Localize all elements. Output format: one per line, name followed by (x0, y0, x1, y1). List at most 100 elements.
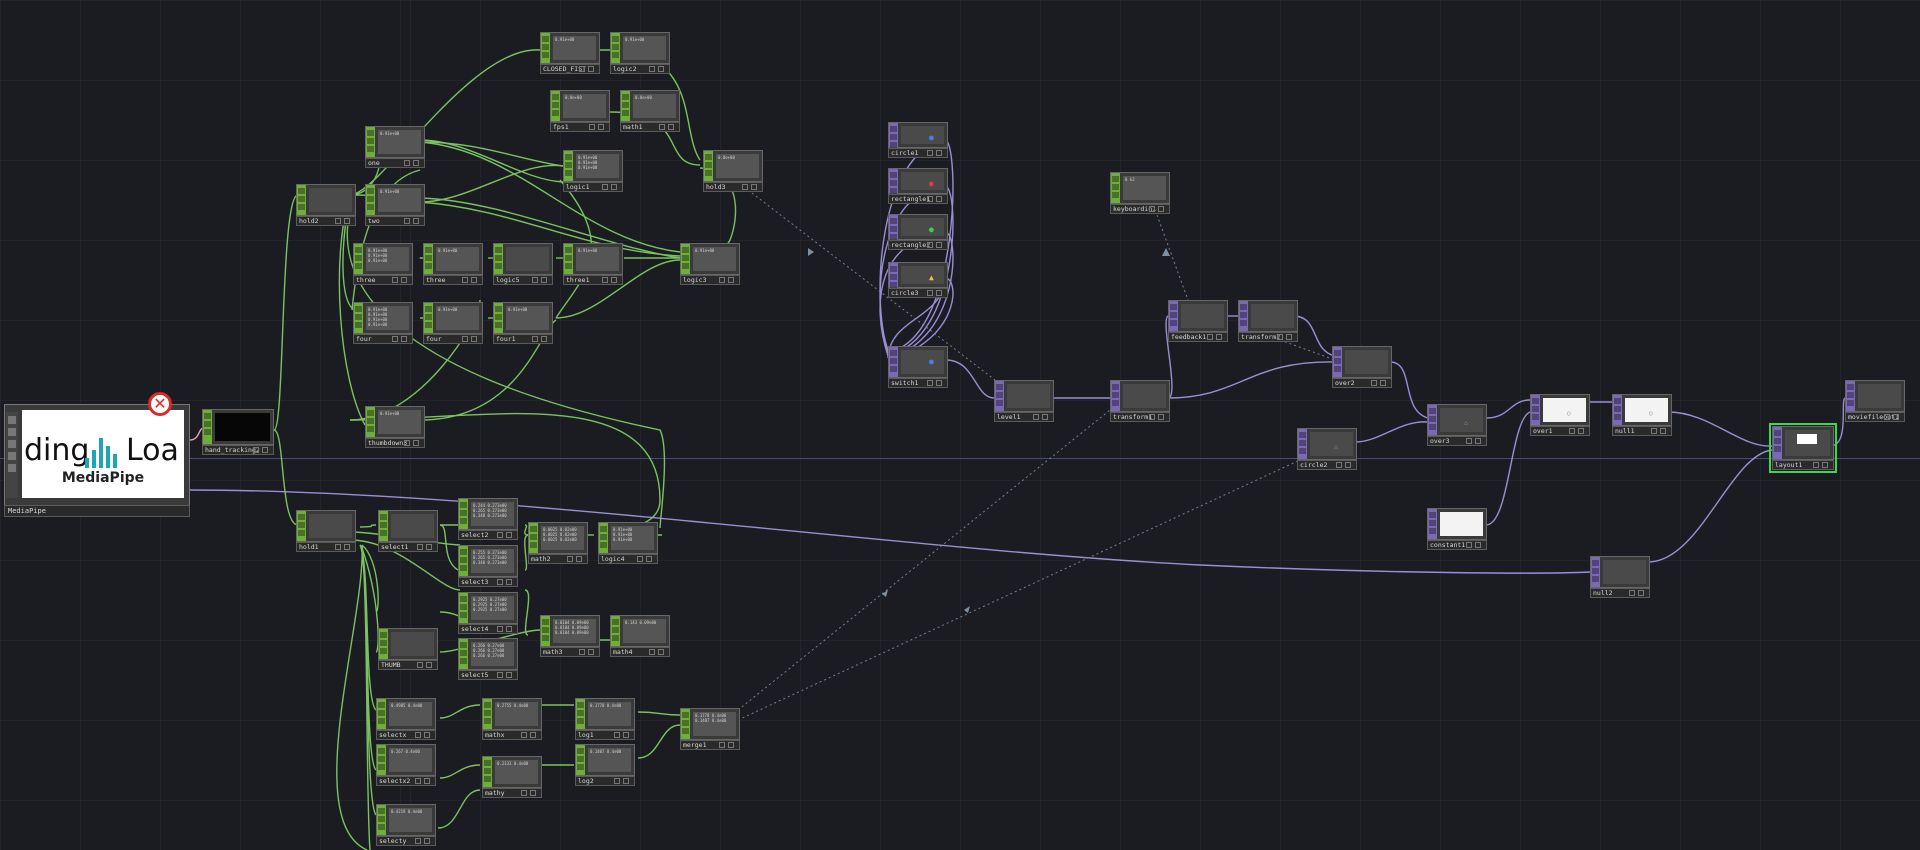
node-flag-toggle[interactable] (335, 544, 341, 550)
node-flag-toggle[interactable] (426, 544, 432, 550)
node-four-b[interactable]: 0.91e+00 four (423, 302, 483, 344)
node-connector-strip[interactable] (576, 745, 585, 775)
node-flag-toggle[interactable] (1207, 334, 1213, 340)
node-selecty[interactable]: 0.4219 0.4e00 selecty (376, 804, 436, 846)
node-flag-toggle[interactable] (1336, 462, 1342, 468)
node-four1[interactable]: 0.91e+00 four1 (493, 302, 553, 344)
node-logic3[interactable]: 0.91e+00 logic3 (680, 243, 740, 285)
node-connector-strip[interactable] (459, 639, 468, 669)
node-flag-toggle[interactable] (541, 277, 547, 283)
node-flag-toggle[interactable] (1569, 428, 1575, 434)
node-flag-toggle[interactable] (1822, 462, 1828, 468)
node-flag-toggle[interactable] (1042, 414, 1048, 420)
node-flag-toggle[interactable] (426, 662, 432, 668)
node-switch1[interactable]: ● switch1 (888, 346, 948, 388)
node-flag-toggle[interactable] (424, 732, 430, 738)
node-connector-strip[interactable] (377, 805, 386, 835)
node-flag-toggle[interactable] (424, 838, 430, 844)
node-over2[interactable]: over2 (1332, 346, 1392, 388)
node-connector-strip[interactable] (424, 244, 433, 274)
node-flag-toggle[interactable] (611, 277, 617, 283)
node-three[interactable]: 0.91e+00 0.91e+00 0.91e+00 three (353, 243, 413, 285)
node-connector-strip[interactable] (379, 511, 388, 541)
node-connector-strip[interactable] (1239, 301, 1248, 331)
node-flag-toggle[interactable] (614, 732, 620, 738)
node-selectx2[interactable]: 0.267 0.4e00 selectx2 (376, 744, 436, 786)
mediapipe-component[interactable]: ding Loa MediaPipe ✕ MediaPipe (4, 392, 190, 517)
node-flag-toggle[interactable] (415, 838, 421, 844)
node-hold1[interactable]: hold1 (296, 510, 356, 552)
node-hold3[interactable]: 0.0e+00 hold3 (703, 150, 763, 192)
node-flag-toggle[interactable] (1629, 590, 1635, 596)
node-connector-strip[interactable] (377, 699, 386, 729)
node-thumb[interactable]: THUMB (378, 628, 438, 670)
node-select5[interactable]: 0.266 0.27e00 0.266 0.27e00 0.266 0.27e0… (458, 638, 518, 680)
node-logic5[interactable]: logic5 (493, 243, 553, 285)
node-flag-toggle[interactable] (1149, 206, 1155, 212)
node-connector-strip[interactable] (297, 511, 306, 541)
node-flag-toggle[interactable] (588, 649, 594, 655)
node-logic1[interactable]: 0.91e+00 0.91e+00 0.91e+00 logic1 (563, 150, 623, 192)
node-flag-toggle[interactable] (392, 336, 398, 342)
node-flag-toggle[interactable] (1158, 206, 1164, 212)
node-flag-toggle[interactable] (927, 242, 933, 248)
node-connector-strip[interactable] (889, 123, 898, 148)
node-over3[interactable]: ⌂ over3 (1427, 404, 1487, 446)
node-flag-toggle[interactable] (623, 732, 629, 738)
node-flag-toggle[interactable] (1286, 334, 1292, 340)
node-circle3[interactable]: ▲ circle3 (888, 262, 948, 298)
node-flag-toggle[interactable] (1345, 462, 1351, 468)
node-flag-toggle[interactable] (424, 778, 430, 784)
node-flag-toggle[interactable] (936, 242, 942, 248)
node-flag-toggle[interactable] (1651, 428, 1657, 434)
node-null2[interactable]: null2 (1590, 556, 1650, 598)
node-flag-toggle[interactable] (413, 160, 419, 166)
node-connector-strip[interactable] (1428, 509, 1437, 539)
node-flag-toggle[interactable] (659, 124, 665, 130)
node-flag-toggle[interactable] (417, 662, 423, 668)
node-connector-strip[interactable] (366, 185, 375, 215)
node-hold2[interactable]: hold2 (296, 184, 356, 226)
node-flag-toggle[interactable] (506, 626, 512, 632)
node-flag-toggle[interactable] (927, 380, 933, 386)
node-flag-toggle[interactable] (1893, 414, 1899, 420)
node-flag-toggle[interactable] (567, 556, 573, 562)
network-editor-canvas[interactable]: ding Loa MediaPipe ✕ MediaPipe hand_trac… (0, 0, 1920, 850)
node-flag-toggle[interactable] (742, 184, 748, 190)
node-connector-strip[interactable] (1591, 557, 1600, 587)
node-flag-toggle[interactable] (253, 447, 259, 453)
node-circle1[interactable]: ● circle1 (888, 122, 948, 158)
node-connector-strip[interactable] (1773, 427, 1782, 459)
node-selectx[interactable]: 0.4985 0.4e00 selectx (376, 698, 436, 740)
node-flag-toggle[interactable] (1660, 428, 1666, 434)
node-flag-toggle[interactable] (728, 277, 734, 283)
node-flag-toggle[interactable] (1371, 380, 1377, 386)
node-three-b[interactable]: 0.91e+00 three (423, 243, 483, 285)
node-connector-strip[interactable] (564, 151, 573, 181)
node-flag-toggle[interactable] (413, 218, 419, 224)
node-flag-toggle[interactable] (1149, 414, 1155, 420)
node-connector-strip[interactable] (611, 33, 620, 63)
node-connector-strip[interactable] (681, 709, 690, 739)
node-flag-toggle[interactable] (530, 790, 536, 796)
node-connector-strip[interactable] (995, 381, 1004, 411)
node-connector-strip[interactable] (354, 244, 363, 274)
node-connector-strip[interactable] (599, 523, 608, 553)
node-layout1[interactable]: layout1 (1769, 423, 1837, 473)
node-flag-toggle[interactable] (668, 124, 674, 130)
node-connector-strip[interactable] (1846, 381, 1855, 411)
node-flag-toggle[interactable] (589, 124, 595, 130)
node-flag-toggle[interactable] (401, 277, 407, 283)
node-flag-toggle[interactable] (497, 579, 503, 585)
node-math3[interactable]: 0.0104 0.09e00 0.0104 0.09e00 0.0104 0.0… (540, 615, 600, 657)
node-flag-toggle[interactable] (530, 732, 536, 738)
node-flag-toggle[interactable] (598, 124, 604, 130)
node-flag-toggle[interactable] (401, 336, 407, 342)
node-null1[interactable]: ○ null1 (1612, 394, 1672, 436)
node-connector-strip[interactable] (459, 499, 468, 529)
node-connector-strip[interactable] (576, 699, 585, 729)
node-flag-toggle[interactable] (927, 196, 933, 202)
node-flag-toggle[interactable] (392, 277, 398, 283)
node-connector-strip[interactable] (889, 169, 898, 194)
node-math2[interactable]: 0.0025 0.02e00 0.0025 0.02e00 0.0025 0.0… (528, 522, 588, 564)
